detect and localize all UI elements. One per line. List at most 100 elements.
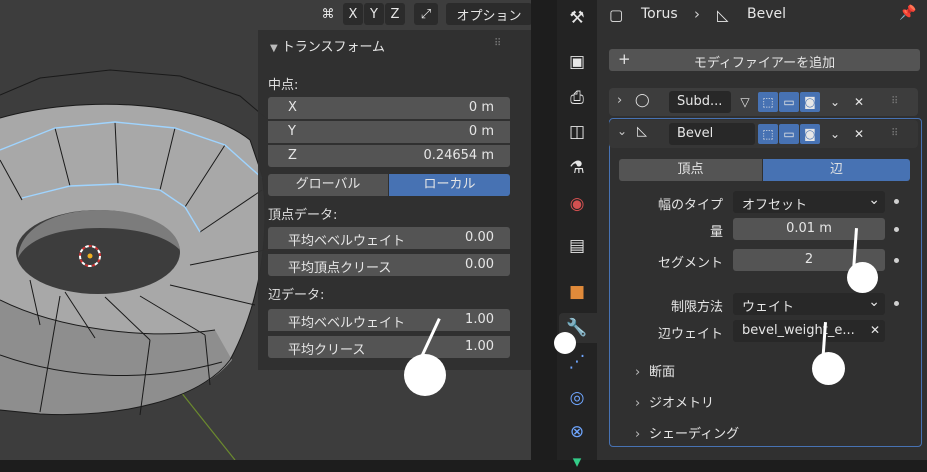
- mirror-icon[interactable]: ⌘: [315, 3, 341, 25]
- add-modifier-button[interactable]: + モディファイアーを追加: [609, 49, 920, 71]
- view-layer-tab-icon[interactable]: ◫: [567, 122, 587, 142]
- add-modifier-label: モディファイアーを追加: [693, 56, 836, 71]
- world-tab-icon[interactable]: ◉: [567, 194, 587, 214]
- vertex-bevel-weight-field[interactable]: 平均ベベルウェイト 0.00: [268, 227, 510, 249]
- render-icon[interactable]: ◙: [800, 124, 820, 144]
- data-tab-icon[interactable]: ▾: [567, 452, 587, 472]
- callout-circle: [554, 332, 576, 354]
- subdivision-icon: ◯: [635, 93, 650, 108]
- width-type-value: オフセット: [742, 198, 808, 213]
- y-value: 0 m: [468, 124, 494, 139]
- bevel-name-field[interactable]: Bevel: [669, 123, 755, 145]
- properties-tabs: ⚒ ▣ ⎙ ◫ ⚗ ◉ ▤ ■ 🔧 ⋰ ◎ ⊗ ▾: [557, 0, 597, 472]
- edge-bevel-weight-label: 平均ベベルウェイト: [288, 316, 406, 331]
- median-z-field[interactable]: Z 0.24654 m: [268, 145, 510, 167]
- bevel-modifier-icon: ◺: [717, 6, 729, 24]
- tool-tab-icon[interactable]: ⚒: [567, 8, 587, 28]
- scene-tab-icon[interactable]: ⚗: [567, 158, 587, 178]
- realtime-icon[interactable]: ▭: [779, 124, 799, 144]
- subdivision-name: Subd...: [677, 94, 723, 109]
- subpanel-geometry[interactable]: › ジオメトリ: [635, 392, 714, 411]
- chevron-right-icon: ›: [635, 396, 641, 411]
- options-menu[interactable]: オプション: [446, 3, 531, 25]
- subdivision-modifier-header[interactable]: › ◯ Subd... ▽ ⬚ ▭ ◙ ⌄ ✕ ⠿: [609, 88, 918, 116]
- drag-handle-icon[interactable]: ⠿: [891, 96, 898, 107]
- close-icon[interactable]: ✕: [849, 92, 869, 112]
- render-icon[interactable]: ◙: [800, 92, 820, 112]
- callout-circle: [404, 354, 446, 396]
- edit-mode-icon[interactable]: ⬚: [758, 124, 778, 144]
- amount-field[interactable]: 0.01 m: [733, 218, 885, 240]
- chevron-down-icon[interactable]: ⌄: [825, 92, 845, 112]
- subpanel-geometry-label: ジオメトリ: [649, 396, 715, 411]
- breadcrumb-chevron-icon: ›: [694, 5, 700, 23]
- chevron-down-icon[interactable]: ⌄: [825, 124, 845, 144]
- render-tab-icon[interactable]: ▣: [567, 52, 587, 72]
- edit-mode-icon[interactable]: ⬚: [758, 92, 778, 112]
- global-toggle[interactable]: グローバル: [268, 174, 388, 196]
- median-y-field[interactable]: Y 0 m: [268, 121, 510, 143]
- on-cage-icon[interactable]: ▽: [735, 92, 755, 112]
- constraints-tab-icon[interactable]: ⊗: [567, 422, 587, 442]
- local-toggle[interactable]: ローカル: [389, 174, 510, 196]
- bevel-icon: ◺: [637, 124, 647, 139]
- edge-bevel-weight-value: 1.00: [465, 312, 494, 327]
- particles-tab-icon[interactable]: ⋰: [567, 352, 587, 372]
- edge-crease-field[interactable]: 平均クリース 1.00: [268, 336, 510, 358]
- output-tab-icon[interactable]: ⎙: [567, 88, 587, 108]
- subpanel-profile[interactable]: › 断面: [635, 361, 675, 380]
- z-value: 0.24654 m: [423, 148, 494, 163]
- chevron-down-icon[interactable]: ⌄: [617, 124, 627, 138]
- keyframe-dot-icon[interactable]: [894, 199, 899, 204]
- vertex-crease-label: 平均頂点クリース: [288, 261, 392, 276]
- subdivision-name-field[interactable]: Subd...: [669, 91, 731, 113]
- segments-label: セグメント: [657, 256, 723, 271]
- chevron-down-icon: ⌄: [868, 294, 880, 310]
- vertex-crease-value: 0.00: [465, 257, 494, 272]
- keyframe-dot-icon[interactable]: [894, 301, 899, 306]
- bevel-modifier-header[interactable]: ⌄ ◺ Bevel ⬚ ▭ ◙ ⌄ ✕ ⠿: [609, 120, 918, 148]
- edge-data-label: 辺データ:: [268, 288, 325, 303]
- keyframe-dot-icon[interactable]: [894, 227, 899, 232]
- y-label: Y: [288, 124, 296, 139]
- edge-bevel-weight-field[interactable]: 平均ベベルウェイト 1.00: [268, 309, 510, 331]
- callout-circle: [847, 262, 878, 293]
- properties-editor: ▢ Torus › ◺ Bevel 📌 + モディファイアーを追加 › ◯ Su…: [597, 0, 927, 460]
- transform-header[interactable]: ▼ トランスフォーム: [270, 36, 385, 55]
- limit-method-label: 制限方法: [670, 300, 723, 315]
- edge-crease-value: 1.00: [465, 339, 494, 354]
- drag-handle-icon[interactable]: ⠿: [891, 128, 898, 139]
- 3d-viewport[interactable]: ⌘ X Y Z ⤢ オプション ▼ トランスフォーム ⠿ 中点: X 0 m Y …: [0, 0, 531, 460]
- edge-weight-field[interactable]: bevel_weight_e... ✕: [733, 320, 885, 342]
- tab-vertex[interactable]: 頂点: [619, 159, 762, 181]
- callout-circle: [812, 352, 845, 385]
- realtime-icon[interactable]: ▭: [779, 92, 799, 112]
- physics-tab-icon[interactable]: ◎: [567, 388, 587, 408]
- chevron-right-icon[interactable]: ›: [617, 93, 622, 108]
- vertex-crease-field[interactable]: 平均頂点クリース 0.00: [268, 254, 510, 276]
- width-type-label: 幅のタイプ: [657, 198, 723, 213]
- median-x-field[interactable]: X 0 m: [268, 97, 510, 119]
- subpanel-shading[interactable]: › シェーディング: [635, 423, 739, 442]
- width-type-dropdown[interactable]: オフセット ⌄: [733, 191, 885, 213]
- vertex-bevel-weight-label: 平均ベベルウェイト: [288, 234, 406, 249]
- collection-tab-icon[interactable]: ▤: [567, 236, 587, 256]
- close-icon[interactable]: ✕: [849, 124, 869, 144]
- x-label: X: [288, 100, 297, 115]
- drag-handle-icon[interactable]: ⠿: [494, 38, 501, 49]
- tab-edge[interactable]: 辺: [763, 159, 910, 181]
- limit-method-dropdown[interactable]: ウェイト ⌄: [733, 293, 885, 315]
- breadcrumb-modifier: Bevel: [747, 6, 787, 22]
- vertex-data-label: 頂点データ:: [268, 208, 338, 223]
- snap-icon[interactable]: ⤢: [414, 3, 438, 25]
- mirror-y-button[interactable]: Y: [364, 3, 384, 25]
- close-icon[interactable]: ✕: [870, 323, 880, 337]
- mirror-x-button[interactable]: X: [343, 3, 363, 25]
- mirror-z-button[interactable]: Z: [385, 3, 405, 25]
- keyframe-dot-icon[interactable]: [894, 258, 899, 263]
- edge-weight-value: bevel_weight_e...: [742, 323, 855, 338]
- area-divider[interactable]: [531, 0, 557, 460]
- object-tab-icon[interactable]: ■: [567, 282, 587, 302]
- transform-title: トランスフォーム: [281, 40, 386, 55]
- pin-icon[interactable]: 📌: [899, 5, 916, 21]
